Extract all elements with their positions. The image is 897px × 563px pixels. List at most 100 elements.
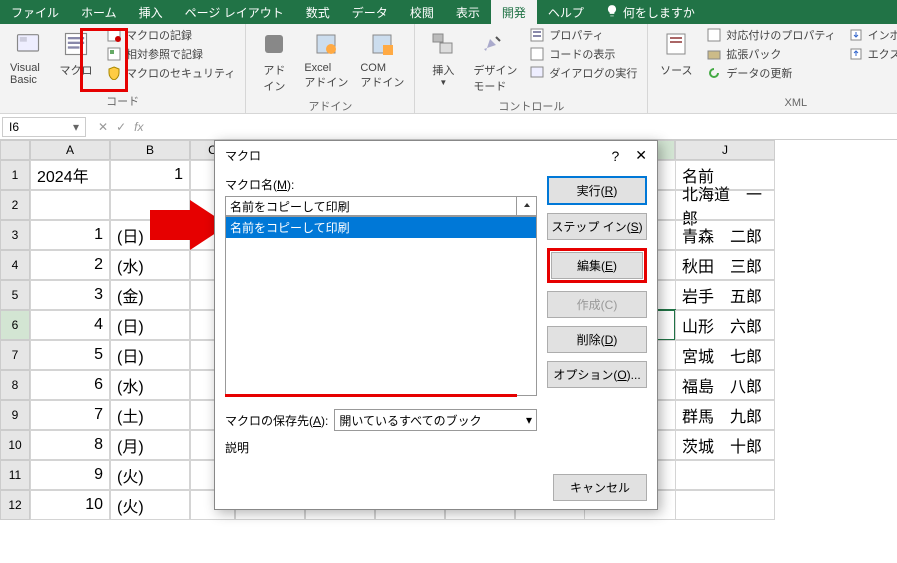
cell-J7[interactable]: 宮城 七郎 bbox=[675, 340, 775, 370]
cell-B6[interactable]: (日) bbox=[110, 310, 190, 340]
cell-J8[interactable]: 福島 八郎 bbox=[675, 370, 775, 400]
visual-basic-button[interactable]: Visual Basic bbox=[6, 26, 50, 88]
cell-J2[interactable]: 北海道 一郎 bbox=[675, 190, 775, 220]
cell-B2[interactable] bbox=[110, 190, 190, 220]
cell-A6[interactable]: 4 bbox=[30, 310, 110, 340]
dialog-close-button[interactable]: ✕ bbox=[635, 147, 647, 164]
enter-formula-icon[interactable]: ✓ bbox=[116, 120, 126, 134]
map-properties-button[interactable]: 対応付けのプロパティ bbox=[702, 26, 839, 44]
cancel-button[interactable]: キャンセル bbox=[553, 474, 647, 501]
fx-icon[interactable]: fx bbox=[134, 120, 143, 134]
tab-view[interactable]: 表示 bbox=[445, 0, 491, 25]
cell-A3[interactable]: 1 bbox=[30, 220, 110, 250]
dialog-help-button[interactable]: ? bbox=[611, 148, 619, 164]
edit-button[interactable]: 編集(E) bbox=[551, 252, 643, 279]
cell-J9[interactable]: 群馬 九郎 bbox=[675, 400, 775, 430]
options-button[interactable]: オプション(O)... bbox=[547, 361, 647, 388]
row-header-11[interactable]: 11 bbox=[0, 460, 30, 490]
cell-J12[interactable] bbox=[675, 490, 775, 520]
cell-A4[interactable]: 2 bbox=[30, 250, 110, 280]
insert-control-button[interactable]: 挿入▼ bbox=[421, 26, 465, 96]
tell-me[interactable]: 何をしますか bbox=[595, 4, 705, 21]
cell-J3[interactable]: 青森 二郎 bbox=[675, 220, 775, 250]
row-header-10[interactable]: 10 bbox=[0, 430, 30, 460]
cell-A7[interactable]: 5 bbox=[30, 340, 110, 370]
cell-A9[interactable]: 7 bbox=[30, 400, 110, 430]
cell-A11[interactable]: 9 bbox=[30, 460, 110, 490]
cell-B8[interactable]: (水) bbox=[110, 370, 190, 400]
properties-button[interactable]: プロパティ bbox=[525, 26, 641, 44]
cell-A5[interactable]: 3 bbox=[30, 280, 110, 310]
macro-list-item[interactable]: 名前をコピーして印刷 bbox=[226, 217, 536, 238]
cell-B7[interactable]: (日) bbox=[110, 340, 190, 370]
run-button[interactable]: 実行(R) bbox=[547, 176, 647, 205]
cell-J6[interactable]: 山形 六郎 bbox=[675, 310, 775, 340]
cell-B5[interactable]: (金) bbox=[110, 280, 190, 310]
addins-button[interactable]: アド イン bbox=[252, 26, 296, 96]
cell-A12[interactable]: 10 bbox=[30, 490, 110, 520]
tab-home[interactable]: ホーム bbox=[70, 0, 128, 25]
col-header-B[interactable]: B bbox=[110, 140, 190, 160]
col-header-J[interactable]: J bbox=[675, 140, 775, 160]
cell-B9[interactable]: (土) bbox=[110, 400, 190, 430]
source-button[interactable]: ソース bbox=[654, 26, 698, 82]
tab-insert[interactable]: 挿入 bbox=[128, 0, 174, 25]
view-code-button[interactable]: コードの表示 bbox=[525, 45, 641, 63]
tab-help[interactable]: ヘルプ bbox=[537, 0, 595, 25]
relative-ref-button[interactable]: 相対参照で記録 bbox=[102, 45, 239, 63]
cell-J10[interactable]: 茨城 十郎 bbox=[675, 430, 775, 460]
cancel-formula-icon[interactable]: ✕ bbox=[98, 120, 108, 134]
cell-B12[interactable]: (火) bbox=[110, 490, 190, 520]
row-header-9[interactable]: 9 bbox=[0, 400, 30, 430]
row-header-5[interactable]: 5 bbox=[0, 280, 30, 310]
row-header-6[interactable]: 6 bbox=[0, 310, 30, 340]
row-header-3[interactable]: 3 bbox=[0, 220, 30, 250]
com-addins-button[interactable]: COM アドイン bbox=[356, 26, 408, 96]
export-button[interactable]: エクスポート bbox=[844, 45, 897, 63]
formula-input[interactable] bbox=[153, 125, 897, 129]
tab-formula[interactable]: 数式 bbox=[295, 0, 341, 25]
cell-A1[interactable]: 2024年 bbox=[30, 160, 110, 190]
run-dialog-button[interactable]: ダイアログの実行 bbox=[525, 64, 641, 82]
cell-B4[interactable]: (水) bbox=[110, 250, 190, 280]
cell-J11[interactable] bbox=[675, 460, 775, 490]
expansion-pack-button[interactable]: 拡張パック bbox=[702, 45, 839, 63]
record-macro-button[interactable]: マクロの記録 bbox=[102, 26, 239, 44]
dialog-titlebar[interactable]: マクロ ? ✕ bbox=[215, 141, 657, 170]
delete-button[interactable]: 削除(D) bbox=[547, 326, 647, 353]
col-header-A[interactable]: A bbox=[30, 140, 110, 160]
macro-list[interactable]: 名前をコピーして印刷 bbox=[225, 216, 537, 396]
row-header-4[interactable]: 4 bbox=[0, 250, 30, 280]
tab-data[interactable]: データ bbox=[341, 0, 399, 25]
cell-J4[interactable]: 秋田 三郎 bbox=[675, 250, 775, 280]
select-all-corner[interactable] bbox=[0, 140, 30, 160]
excel-addins-button[interactable]: Excel アドイン bbox=[300, 26, 352, 96]
storage-select[interactable]: 開いているすべてのブック ▾ bbox=[334, 409, 537, 431]
name-box[interactable]: I6 ▾ bbox=[2, 117, 86, 137]
import-button[interactable]: インポート bbox=[844, 26, 897, 44]
tab-review[interactable]: 校閲 bbox=[399, 0, 445, 25]
refresh-data-button[interactable]: データの更新 bbox=[702, 64, 839, 82]
row-header-1[interactable]: 1 bbox=[0, 160, 30, 190]
cell-B10[interactable]: (月) bbox=[110, 430, 190, 460]
macros-button[interactable]: マクロ bbox=[54, 26, 98, 88]
row-header-2[interactable]: 2 bbox=[0, 190, 30, 220]
row-header-12[interactable]: 12 bbox=[0, 490, 30, 520]
cell-B3[interactable]: (日) bbox=[110, 220, 190, 250]
chevron-down-icon[interactable]: ▾ bbox=[73, 120, 79, 134]
row-header-7[interactable]: 7 bbox=[0, 340, 30, 370]
tab-file[interactable]: ファイル bbox=[0, 0, 70, 25]
row-header-8[interactable]: 8 bbox=[0, 370, 30, 400]
reference-collapse-button[interactable] bbox=[517, 196, 537, 216]
cell-A2[interactable] bbox=[30, 190, 110, 220]
cell-B11[interactable]: (火) bbox=[110, 460, 190, 490]
design-mode-button[interactable]: デザイン モード bbox=[469, 26, 521, 96]
cell-J5[interactable]: 岩手 五郎 bbox=[675, 280, 775, 310]
step-into-button[interactable]: ステップ イン(S) bbox=[547, 213, 647, 240]
tab-layout[interactable]: ページ レイアウト bbox=[174, 0, 295, 25]
macro-security-button[interactable]: マクロのセキュリティ bbox=[102, 64, 239, 82]
cell-B1[interactable]: 1 bbox=[110, 160, 190, 190]
cell-A8[interactable]: 6 bbox=[30, 370, 110, 400]
macro-name-input[interactable] bbox=[225, 196, 517, 216]
tab-developer[interactable]: 開発 bbox=[491, 0, 537, 25]
